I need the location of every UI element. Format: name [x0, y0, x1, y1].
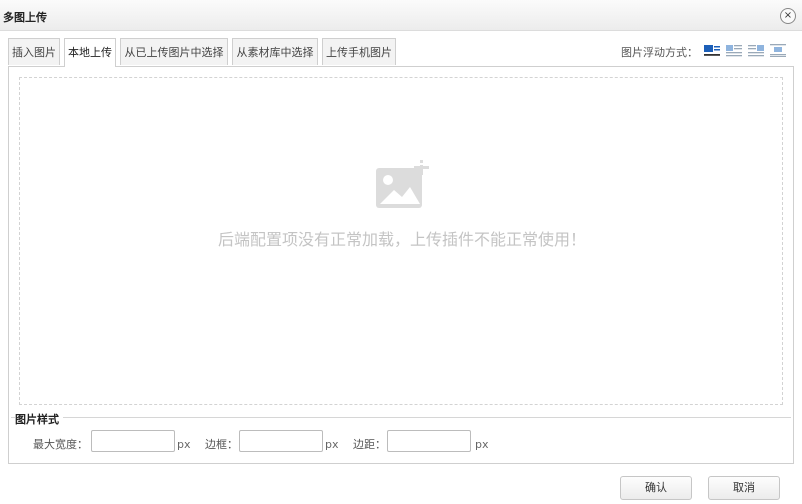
tab-material-library[interactable]: 从素材库中选择 [232, 38, 318, 65]
max-width-input[interactable] [91, 430, 175, 452]
tab-local-upload[interactable]: 本地上传 [64, 38, 116, 67]
border-input[interactable] [239, 430, 323, 452]
image-float-options: 图片浮动方式： [530, 43, 790, 61]
max-width-label: 最大宽度： [33, 438, 88, 451]
border-unit: px [325, 438, 339, 451]
margin-label: 边距： [353, 438, 386, 451]
border-label: 边框： [205, 438, 238, 451]
image-style-section: 图片样式 最大宽度： px 边框： px 边距： px [11, 411, 791, 461]
image-add-icon [376, 160, 429, 208]
tab-uploaded-images[interactable]: 从已上传图片中选择 [120, 38, 228, 65]
dialog-title: 多图上传 [3, 11, 47, 24]
tab-bar: 插入图片 本地上传 从已上传图片中选择 从素材库中选择 上传手机图片 图片浮动方… [8, 38, 794, 67]
upload-drop-area[interactable]: 后端配置项没有正常加载，上传插件不能正常使用！ [19, 77, 783, 405]
image-style-legend: 图片样式 [15, 411, 63, 427]
float-center-icon[interactable] [770, 44, 786, 57]
max-width-unit: px [177, 438, 191, 451]
upload-error-message: 后端配置项没有正常加载，上传插件不能正常使用！ [217, 230, 586, 249]
confirm-button[interactable]: 确认 [620, 476, 692, 500]
dialog-titlebar: 多图上传 × [0, 0, 802, 31]
cancel-button[interactable]: 取消 [708, 476, 780, 500]
tab-insert-image[interactable]: 插入图片 [8, 38, 60, 65]
tab-mobile-upload[interactable]: 上传手机图片 [322, 38, 396, 65]
float-mode-label: 图片浮动方式： [621, 46, 698, 59]
close-button[interactable]: × [780, 8, 796, 24]
float-none-icon[interactable] [704, 44, 720, 57]
margin-input[interactable] [387, 430, 471, 452]
upload-panel: 后端配置项没有正常加载，上传插件不能正常使用！ 图片样式 最大宽度： px 边框… [8, 66, 794, 464]
float-right-icon[interactable] [748, 44, 764, 57]
margin-unit: px [475, 438, 489, 451]
multi-image-upload-dialog: 多图上传 × 插入图片 本地上传 从已上传图片中选择 从素材库中选择 上传手机图… [0, 0, 802, 504]
float-left-icon[interactable] [726, 44, 742, 57]
